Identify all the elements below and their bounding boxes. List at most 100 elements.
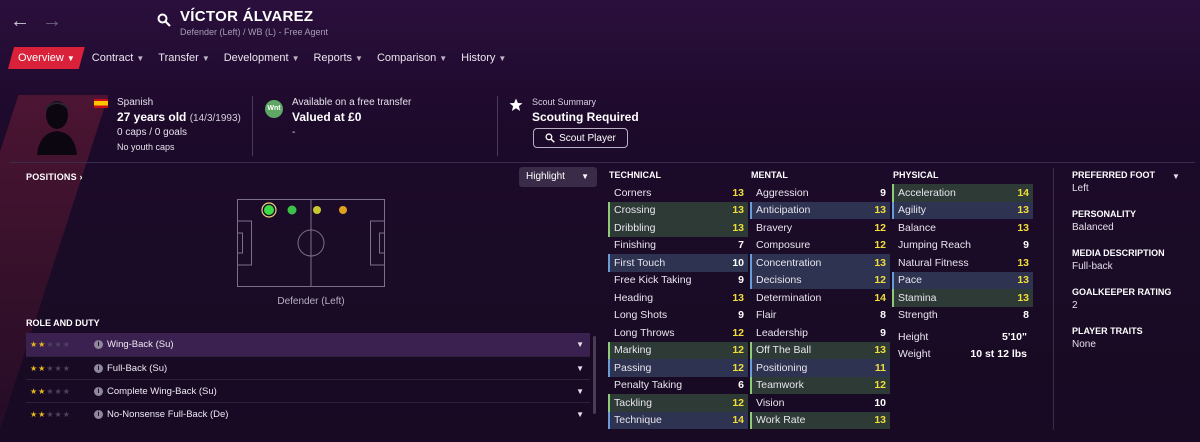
physical-title: PHYSICAL [893,170,939,180]
transfer-status: Available on a free transfer [292,97,412,108]
technical-title: TECHNICAL [609,170,661,180]
back-arrow-icon[interactable]: ← [10,10,30,33]
chevron-down-icon[interactable]: ▼ [576,387,584,396]
attribute-row[interactable]: Flair 8 [750,307,890,325]
chevron-down-icon[interactable]: ▼ [576,340,584,349]
attribute-row[interactable]: Concentration 13 [750,254,890,272]
attribute-row[interactable]: Stamina 13 [892,289,1033,307]
attribute-row[interactable]: Vision 10 [750,394,890,412]
chevron-down-icon[interactable]: ▼ [576,364,584,373]
chevron-down-icon: ▼ [355,54,363,63]
role-row[interactable]: ★★★★★ i Complete Wing-Back (Su) ▼ [26,379,590,402]
attribute-row[interactable]: First Touch 10 [608,254,748,272]
attribute-name: Agility [898,204,927,217]
attribute-value: 12 [732,344,744,357]
role-rating-stars: ★★★★★ [30,409,71,419]
attribute-value: 12 [874,221,886,234]
attribute-row[interactable]: Composure 12 [750,237,890,255]
attribute-row[interactable]: Strength 8 [892,307,1033,325]
chevron-down-icon[interactable]: ▼ [576,410,584,419]
attribute-row[interactable]: Aggression 9 [750,184,890,202]
attribute-row[interactable]: Balance 13 [892,219,1033,237]
role-row[interactable]: ★★★★★ i Wing-Back (Su) ▼ [26,333,590,356]
tab-contract[interactable]: Contract ▼ [85,47,152,69]
attribute-value: 6 [738,379,744,392]
role-row[interactable]: ★★★★★ i No-Nonsense Full-Back (De) ▼ [26,402,590,425]
tab-transfer[interactable]: Transfer ▼ [151,47,216,69]
attribute-row[interactable]: Passing 12 [608,359,748,377]
tab-reports[interactable]: Reports ▼ [306,47,369,69]
attribute-row[interactable]: Teamwork 12 [750,376,890,394]
attribute-row[interactable]: Crossing 13 [608,201,748,219]
position-label: Defender (Left) [277,296,345,307]
attribute-name: Corners [614,186,652,199]
forward-arrow-icon[interactable]: → [42,10,62,33]
highlight-dropdown[interactable]: Highlight ▼ [519,167,597,187]
attribute-row[interactable]: Jumping Reach 9 [892,237,1033,255]
preferred-foot-label: PREFERRED FOOT [1072,170,1156,180]
position-dot-natural[interactable] [264,205,274,215]
chevron-down-icon: ▼ [136,54,145,63]
attribute-row[interactable]: Finishing 7 [608,237,748,255]
player-info-panel: PREFERRED FOOT Left PERSONALITY Balanced… [1072,170,1190,365]
attribute-row[interactable]: Heading 13 [608,289,748,307]
role-name: Complete Wing-Back (Su) [107,385,217,397]
info-icon[interactable]: i [94,386,103,396]
attribute-value: 10 [874,396,886,409]
attribute-row[interactable]: Long Shots 9 [608,307,748,325]
tab-bar: Overview ▼ Contract ▼ Transfer ▼ Developmen… [8,47,513,69]
positions-pitch [237,199,385,287]
attribute-row[interactable]: Long Throws 12 [608,324,748,342]
international-caps: 0 caps / 0 goals [117,127,188,138]
tab-overview[interactable]: Overview ▼ [8,47,85,69]
position-dot-unconvincing[interactable] [339,206,347,214]
attribute-row[interactable]: Positioning 11 [750,359,890,377]
attribute-row[interactable]: Technique 14 [608,411,748,429]
attribute-row[interactable]: Off The Ball 13 [750,341,890,359]
search-icon[interactable] [157,13,171,27]
attribute-value: 13 [1017,204,1029,217]
tab-comparison[interactable]: Comparison ▼ [370,47,454,69]
info-icon[interactable]: i [94,363,103,373]
attribute-row[interactable]: Marking 12 [608,341,748,359]
attribute-name: Free Kick Taking [614,274,692,287]
scout-player-button[interactable]: Scout Player [533,128,628,148]
attribute-name: Marking [614,344,652,357]
position-dot-competent[interactable] [313,206,321,214]
info-icon[interactable]: i [94,340,103,349]
goalkeeper-rating-label: GOALKEEPER RATING [1072,287,1172,297]
attribute-row[interactable]: Dribbling 13 [608,219,748,237]
attribute-name: Off The Ball [756,344,812,357]
position-dot-accomplished[interactable] [287,205,297,215]
role-list-scrollbar[interactable] [593,336,596,414]
star-icon [509,98,523,111]
tab-history[interactable]: History ▼ [454,47,513,69]
attribute-row[interactable]: Pace 13 [892,271,1033,289]
attribute-row[interactable]: Corners 13 [608,184,748,202]
attribute-value: 7 [738,239,744,252]
attribute-row[interactable]: Leadership 9 [750,324,890,342]
attribute-row[interactable]: Acceleration 14 [892,184,1033,202]
attribute-name: Teamwork [756,379,804,392]
attribute-row[interactable]: Determination 14 [750,289,890,307]
attribute-row[interactable]: Anticipation 13 [750,201,890,219]
attribute-name: Tackling [614,396,652,409]
attribute-row[interactable]: Bravery 12 [750,219,890,237]
attribute-row[interactable]: Agility 13 [892,201,1033,219]
divider [497,96,498,156]
attribute-row[interactable]: Tackling 12 [608,394,748,412]
chevron-down-icon: ▼ [201,54,210,63]
attribute-row[interactable]: Work Rate 13 [750,411,890,429]
attribute-row[interactable]: Decisions 12 [750,271,890,289]
info-icon[interactable]: i [94,409,103,419]
attribute-name: Passing [614,361,652,374]
attribute-row[interactable]: Free Kick Taking 9 [608,272,748,290]
positions-header[interactable]: POSITIONS › [26,172,83,182]
nationality[interactable]: Spanish [117,97,153,108]
attribute-row[interactable]: Natural Fitness 13 [892,254,1033,272]
scout-summary-title: Scout Summary [532,97,597,107]
tab-development[interactable]: Development ▼ [217,47,307,69]
role-row[interactable]: ★★★★★ i Full-Back (Su) ▼ [26,356,590,379]
player-subtitle: Defender (Left) / WB (L) - Free Agent [180,27,329,37]
attribute-row[interactable]: Penalty Taking 6 [608,377,748,395]
